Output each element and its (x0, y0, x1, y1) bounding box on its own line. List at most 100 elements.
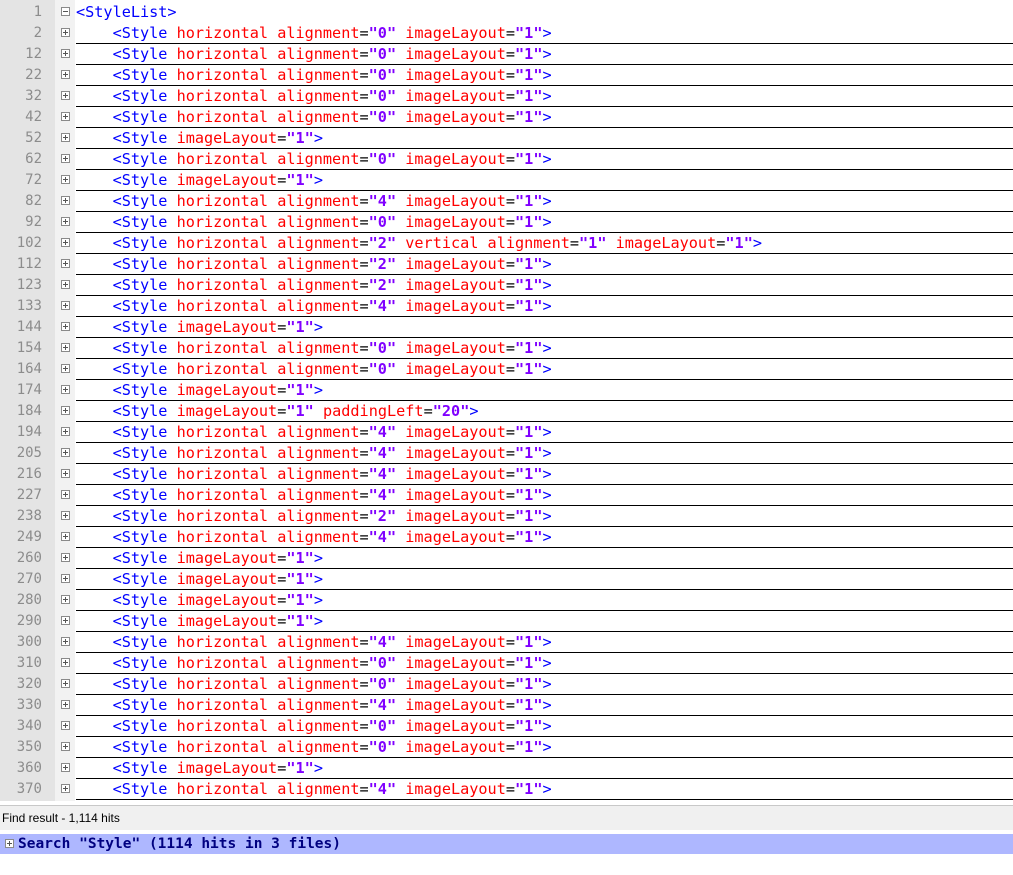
fold-plus-icon[interactable] (61, 658, 70, 667)
line-number: 22 (25, 67, 42, 83)
code-line[interactable]: 300 <Style horizontal alignment="4" imag… (0, 632, 1013, 653)
xml-tag: <Style (112, 549, 168, 567)
code-line[interactable]: 133 <Style horizontal alignment="4" imag… (0, 296, 1013, 317)
fold-plus-icon[interactable] (61, 721, 70, 730)
xml-tag-close: > (542, 150, 552, 168)
code-line[interactable]: 205 <Style horizontal alignment="4" imag… (0, 443, 1013, 464)
fold-plus-icon[interactable] (61, 154, 70, 163)
fold-plus-icon[interactable] (61, 217, 70, 226)
fold-plus-icon[interactable] (61, 553, 70, 562)
code-line[interactable]: 320 <Style horizontal alignment="0" imag… (0, 674, 1013, 695)
code-line[interactable]: 174 <Style imageLayout="1"> (0, 380, 1013, 401)
code-text: <Style horizontal alignment="0" imageLay… (112, 87, 552, 105)
code-line[interactable]: 238 <Style horizontal alignment="2" imag… (0, 506, 1013, 527)
fold-plus-icon[interactable] (61, 574, 70, 583)
fold-plus-icon[interactable] (61, 112, 70, 121)
fold-plus-icon[interactable] (61, 364, 70, 373)
fold-plus-icon[interactable] (61, 616, 70, 625)
code-line[interactable]: 32 <Style horizontal alignment="0" image… (0, 86, 1013, 107)
code-text: <Style horizontal alignment="2" imageLay… (112, 276, 552, 294)
code-line[interactable]: 280 <Style imageLayout="1"> (0, 590, 1013, 611)
code-line[interactable]: 1 <StyleList> (0, 2, 1013, 23)
code-text: <Style horizontal alignment="4" imageLay… (112, 696, 552, 714)
line-number: 92 (25, 214, 42, 230)
code-line[interactable]: 52 <Style imageLayout="1"> (0, 128, 1013, 149)
fold-plus-icon[interactable] (61, 406, 70, 415)
code-line[interactable]: 62 <Style horizontal alignment="0" image… (0, 149, 1013, 170)
code-line[interactable]: 290 <Style imageLayout="1"> (0, 611, 1013, 632)
code-line[interactable]: 154 <Style horizontal alignment="0" imag… (0, 338, 1013, 359)
code-line[interactable]: 92 <Style horizontal alignment="0" image… (0, 212, 1013, 233)
code-line[interactable]: 260 <Style imageLayout="1"> (0, 548, 1013, 569)
fold-plus-icon[interactable] (61, 763, 70, 772)
fold-plus-icon[interactable] (61, 28, 70, 37)
fold-plus-icon[interactable] (61, 784, 70, 793)
xml-attribute-name: imageLayout (405, 339, 506, 357)
code-line[interactable]: 270 <Style imageLayout="1"> (0, 569, 1013, 590)
fold-plus-icon[interactable] (61, 322, 70, 331)
code-line[interactable]: 227 <Style horizontal alignment="4" imag… (0, 485, 1013, 506)
code-line[interactable]: 123 <Style horizontal alignment="2" imag… (0, 275, 1013, 296)
code-line[interactable]: 216 <Style horizontal alignment="4" imag… (0, 464, 1013, 485)
xml-attribute-value: 1 (524, 45, 534, 63)
code-line[interactable]: 370 <Style horizontal alignment="4" imag… (0, 779, 1013, 800)
code-line[interactable]: 184 <Style imageLayout="1" paddingLeft="… (0, 401, 1013, 422)
fold-plus-icon[interactable] (61, 259, 70, 268)
fold-plus-icon[interactable] (61, 511, 70, 520)
fold-plus-icon[interactable] (61, 280, 70, 289)
fold-plus-icon[interactable] (61, 133, 70, 142)
code-line[interactable]: 22 <Style horizontal alignment="0" image… (0, 65, 1013, 86)
xml-attribute-value: 1 (295, 171, 305, 189)
code-line[interactable]: 42 <Style horizontal alignment="0" image… (0, 107, 1013, 128)
fold-plus-icon[interactable] (61, 679, 70, 688)
code-line[interactable]: 249 <Style horizontal alignment="4" imag… (0, 527, 1013, 548)
code-line[interactable]: 144 <Style imageLayout="1"> (0, 317, 1013, 338)
fold-plus-icon[interactable] (61, 532, 70, 541)
xml-attribute-name: imageLayout (405, 66, 506, 84)
code-line[interactable]: 340 <Style horizontal alignment="0" imag… (0, 716, 1013, 737)
fold-plus-icon[interactable] (61, 700, 70, 709)
fold-plus-icon[interactable] (61, 70, 70, 79)
xml-attribute-name: imageLayout (615, 234, 717, 252)
fold-plus-icon[interactable] (61, 343, 70, 352)
fold-plus-icon[interactable] (61, 91, 70, 100)
code-line[interactable]: 194 <Style horizontal alignment="4" imag… (0, 422, 1013, 443)
xml-tag-close: > (542, 213, 552, 231)
code-line[interactable]: 330 <Style horizontal alignment="4" imag… (0, 695, 1013, 716)
code-text: <Style horizontal alignment="0" imageLay… (112, 108, 552, 126)
fold-plus-icon[interactable] (61, 637, 70, 646)
fold-plus-icon[interactable] (61, 385, 70, 394)
fold-plus-icon[interactable] (61, 238, 70, 247)
code-line[interactable]: 72 <Style imageLayout="1"> (0, 170, 1013, 191)
fold-plus-icon[interactable] (61, 448, 70, 457)
code-line[interactable]: 310 <Style horizontal alignment="0" imag… (0, 653, 1013, 674)
fold-plus-icon[interactable] (61, 490, 70, 499)
xml-attribute-name: imageLayout (405, 654, 506, 672)
fold-plus-icon[interactable] (61, 427, 70, 436)
fold-plus-icon[interactable] (61, 301, 70, 310)
code-line[interactable]: 360 <Style imageLayout="1"> (0, 758, 1013, 779)
code-line[interactable]: 164 <Style horizontal alignment="0" imag… (0, 359, 1013, 380)
code-line[interactable]: 102 <Style horizontal alignment="2" vert… (0, 233, 1013, 254)
code-line[interactable]: 82 <Style horizontal alignment="4" image… (0, 191, 1013, 212)
code-editor[interactable]: 1 <StyleList> 2 <Style horizontal alignmen… (0, 0, 1013, 801)
fold-plus-icon[interactable] (61, 742, 70, 751)
fold-minus-icon[interactable] (61, 7, 70, 16)
xml-tag-close: > (542, 339, 552, 357)
code-text: <Style horizontal alignment="4" imageLay… (112, 297, 552, 315)
search-result-header[interactable]: Search "Style" (1114 hits in 3 files) (0, 834, 1013, 854)
fold-plus-icon[interactable] (61, 49, 70, 58)
xml-attribute-value: 4 (377, 444, 387, 462)
fold-plus-icon[interactable] (61, 196, 70, 205)
fold-plus-icon[interactable] (61, 595, 70, 604)
code-line[interactable]: 350 <Style horizontal alignment="0" imag… (0, 737, 1013, 758)
code-line[interactable]: 2 <Style horizontal alignment="0" imageL… (0, 23, 1013, 44)
find-results-panel[interactable]: Search "Style" (1114 hits in 3 files) (0, 830, 1013, 875)
xml-tag-close: > (542, 87, 552, 105)
fold-plus-icon[interactable] (61, 175, 70, 184)
code-line[interactable]: 112 <Style horizontal alignment="2" imag… (0, 254, 1013, 275)
fold-plus-icon[interactable] (5, 839, 14, 848)
code-line[interactable]: 12 <Style horizontal alignment="0" image… (0, 44, 1013, 65)
xml-attribute-value: 1 (524, 738, 534, 756)
fold-plus-icon[interactable] (61, 469, 70, 478)
